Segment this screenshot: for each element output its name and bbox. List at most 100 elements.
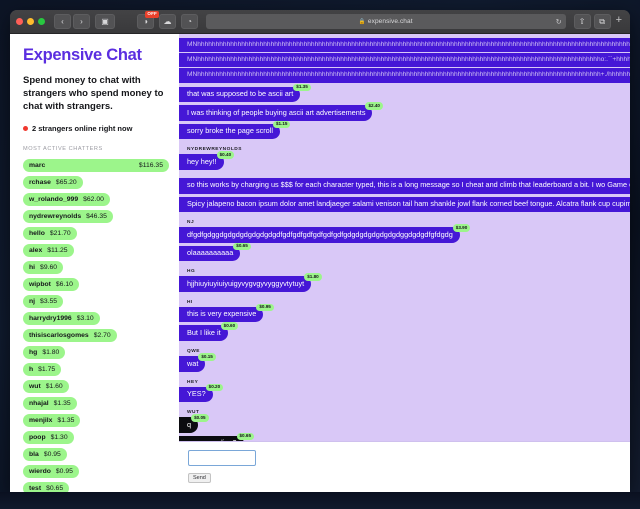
share-icon: ⇧ — [578, 16, 586, 26]
shield-off-badge: OFF — [145, 11, 159, 18]
message-bubble: this is very expensive — [179, 306, 264, 323]
chatter-amount: $6.10 — [55, 281, 73, 289]
maximize-window-button[interactable] — [38, 18, 45, 25]
chatters-leaderboard: marc $116.35 rchase $65.20 w_rolando_999 $62.… — [23, 159, 169, 492]
chatter-row[interactable]: hello $21.70 — [23, 227, 77, 241]
chatter-amount: $0.95 — [55, 468, 73, 476]
chatter-amount: $9.60 — [40, 264, 58, 272]
chatter-row[interactable]: thisiscarlosgomes $2.70 — [23, 329, 117, 343]
chatter-row[interactable]: menjilx $1.35 — [23, 414, 81, 428]
message-group: HEY YES? $0.20 — [179, 380, 630, 406]
address-bar[interactable]: 🔒 expensive.chat ↻ — [206, 14, 566, 29]
ascii-art-line: MNhhhhhhhhhhhhhhhhhhhhhhhhhhhhhhhhhhhhhh… — [179, 53, 630, 68]
send-button[interactable]: Send — [188, 473, 211, 483]
message-input[interactable] — [188, 450, 256, 466]
online-status: 2 strangers online right now — [23, 124, 169, 133]
message-bubble: olaaaaaaaaaa — [179, 245, 241, 262]
message-group-author: WUT — [187, 410, 200, 416]
chatter-row[interactable]: rchase $65.20 — [23, 176, 83, 190]
forward-button[interactable]: › — [73, 14, 90, 29]
message-row: that was supposed to be ascii art $1.35 — [179, 83, 630, 106]
chatter-row[interactable]: nhajal $1.35 — [23, 397, 77, 411]
chatter-row[interactable]: alex $11.25 — [23, 244, 74, 258]
chatter-row[interactable]: wierdo $0.95 — [23, 465, 79, 479]
sidebar-toggle-button[interactable]: ▣ — [95, 14, 115, 29]
message-group: QWE wat $0.15 — [179, 349, 630, 375]
chatter-name: bla — [29, 451, 39, 459]
chatter-name: wipbot — [29, 281, 51, 289]
new-tab-button[interactable]: + — [614, 15, 624, 28]
message-group: HG hjjhiuyiuyiuiyuigyvygvgyvyggyvtytuyt $1… — [179, 269, 630, 295]
chatter-row[interactable]: test $0.65 — [23, 482, 70, 492]
history-button[interactable]: ◔ — [181, 14, 198, 29]
message-price-badge: $0.20 — [205, 383, 224, 392]
message-list[interactable]: MNhhhhhhhhhhhhhhhhhhhhhhhhhhhhhhhhhhhhhh… — [179, 34, 630, 441]
chatter-row[interactable]: nydrewreynolds $46.35 — [23, 210, 113, 224]
tagline: Spend money to chat with strangers who s… — [23, 75, 164, 113]
back-icon: ‹ — [61, 16, 64, 26]
close-window-button[interactable] — [16, 18, 23, 25]
message-bubble: I was thinking of people buying ascii ar… — [179, 105, 373, 121]
chatter-row[interactable]: wipbot $6.10 — [23, 278, 79, 292]
toolbar-right-group: ⇧ ⧉ + — [573, 14, 624, 29]
message-row: Spicy jalapeno bacon ipsum dolor amet la… — [179, 196, 630, 216]
share-button[interactable]: ⇧ — [573, 14, 591, 29]
message-bubble: anyone online? — [179, 435, 244, 441]
chatter-name: test — [29, 485, 42, 492]
chatter-amount: $3.55 — [40, 298, 58, 306]
chatter-amount: $0.65 — [46, 485, 64, 492]
chatter-row[interactable]: poop $1.30 — [23, 431, 74, 445]
chatter-amount: $1.75 — [38, 366, 56, 374]
chatter-name: harrydry1996 — [29, 315, 72, 323]
chatter-name: rchase — [29, 179, 51, 187]
chatter-row[interactable]: h $1.75 — [23, 363, 62, 377]
status-dot-icon — [23, 126, 28, 132]
chatters-section-label: MOST ACTIVE CHATTERS — [23, 146, 103, 153]
message-price-badge: $2.40 — [365, 102, 383, 110]
chatter-name: thisiscarlosgomes — [29, 332, 89, 340]
chatter-row[interactable]: marc $116.35 — [23, 159, 169, 173]
chatter-row[interactable]: harrydry1996 $3.10 — [23, 312, 100, 326]
chatter-row[interactable]: hi $9.60 — [23, 261, 64, 275]
browser-window: ‹ › ▣ ◑ OFF ☁ ◔ 🔒 expensive.chat ↻ ⇧ ⧉ +… — [10, 10, 630, 492]
message-bubble: dfgdfgdggdgdgdgdgdgdgdgdfgdfgdfgdfgdfgdf… — [179, 227, 460, 243]
chatter-name: hg — [29, 349, 38, 357]
chatter-amount: $62.00 — [83, 196, 104, 204]
chatter-amount: $0.95 — [43, 451, 61, 459]
message-row: anyone online?$0.65 — [179, 432, 630, 441]
chatter-row[interactable]: bla $0.95 — [23, 448, 67, 462]
message-row: But I like it $0.60 — [179, 322, 630, 344]
message-row: hjjhiuyiuyiuiyuigyvygvgyvyggyvtytuyt $1.8… — [179, 273, 630, 295]
chatter-name: wut — [29, 383, 41, 391]
back-button[interactable]: ‹ — [54, 14, 71, 29]
chatter-amount: $1.60 — [45, 383, 63, 391]
browser-toolbar: ‹ › ▣ ◑ OFF ☁ ◔ 🔒 expensive.chat ↻ ⇧ ⧉ + — [10, 10, 630, 34]
message-row: olaaaaaaaaaa $0.65 — [179, 242, 630, 265]
message-group: so this works by charging us $$$ for eac… — [179, 177, 630, 216]
chatter-name: nj — [29, 298, 36, 306]
chatter-name: h — [29, 366, 34, 374]
chatter-amount: $3.10 — [76, 315, 94, 323]
message-row: this is very expensive $0.95 — [179, 303, 630, 326]
tracker-shield-button[interactable]: ◑ OFF — [137, 11, 159, 29]
cloud-button[interactable]: ☁ — [159, 14, 176, 29]
show-tabs-button[interactable]: ⧉ — [593, 14, 611, 29]
chatter-row[interactable]: w_rolando_999 $62.00 — [23, 193, 110, 207]
chatter-name: w_rolando_999 — [29, 196, 79, 204]
page-content: Expensive Chat Spend money to chat with … — [10, 34, 630, 492]
message-price-badge: $3.90 — [452, 224, 471, 232]
reload-icon[interactable]: ↻ — [556, 18, 562, 26]
chatter-amount: $65.20 — [55, 179, 77, 187]
chatter-amount: $116.35 — [138, 162, 163, 170]
message-row: wat $0.15 — [179, 353, 630, 375]
message-price-badge: $0.05 — [191, 414, 209, 422]
message-row: I was thinking of people buying ascii ar… — [179, 102, 630, 124]
chatter-row[interactable]: wut $1.60 — [23, 380, 69, 394]
message-group-author: QWE — [187, 349, 200, 355]
chatter-row[interactable]: nj $3.55 — [23, 295, 64, 309]
chatter-name: marc — [29, 162, 46, 170]
minimize-window-button[interactable] — [27, 18, 34, 25]
message-group: that was supposed to be ascii art $1.35 I … — [179, 83, 630, 143]
chatter-row[interactable]: hg $1.80 — [23, 346, 66, 360]
message-price-badge: $0.65 — [233, 242, 251, 251]
